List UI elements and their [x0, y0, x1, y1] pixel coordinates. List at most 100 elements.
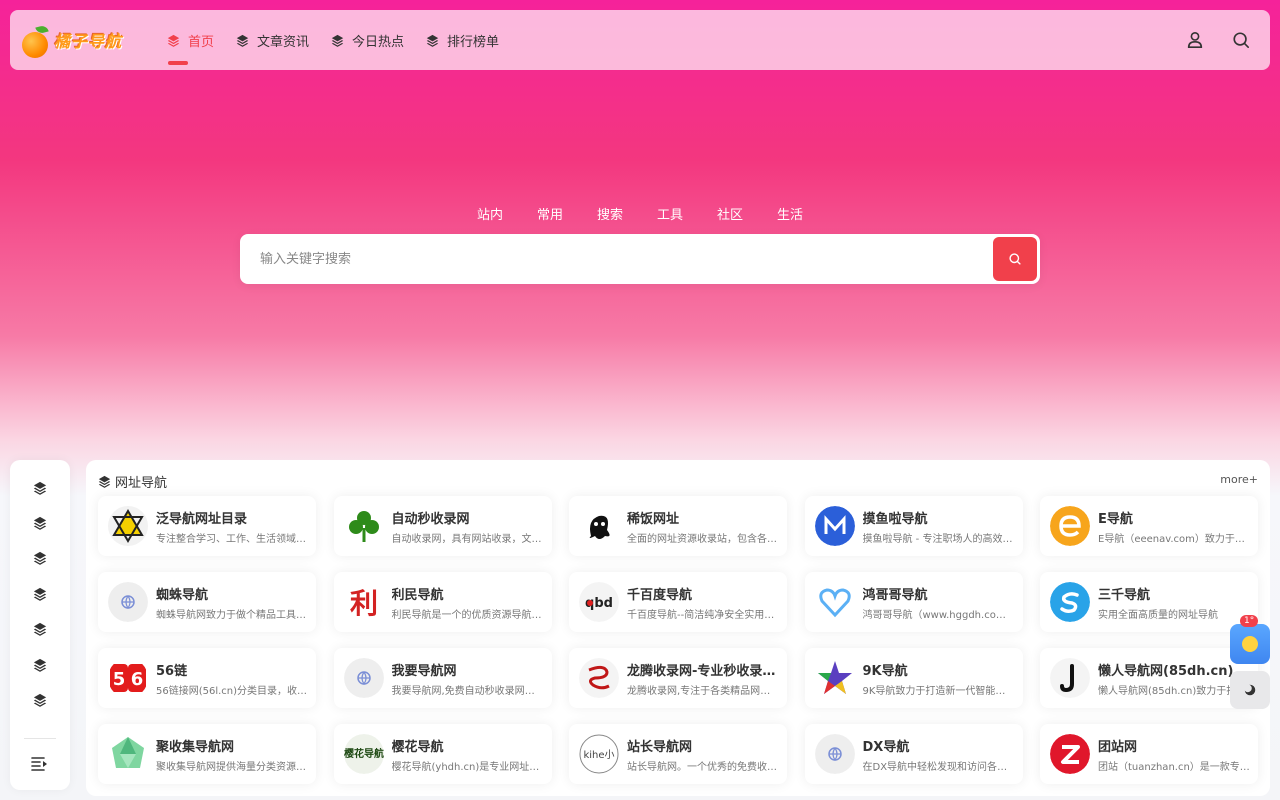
dark-mode-toggle[interactable]	[1230, 671, 1270, 709]
site-card[interactable]: 稀饭网址全面的网址资源收录站，包含各类优质站点	[569, 496, 787, 556]
nav-item-label: 文章资讯	[257, 34, 310, 50]
site-card[interactable]: 利利民导航 利民导航是一个的优质资源导航网站	[333, 572, 552, 632]
nav-item-hot[interactable]: 今日热点	[320, 10, 415, 70]
search-tab-common[interactable]: 常用	[520, 204, 580, 223]
site-name: 利民导航	[391, 587, 444, 603]
site-name: 稀饭网址	[627, 511, 680, 527]
sidebar-item[interactable]	[32, 692, 48, 708]
site-name: 摸鱼啦导航	[862, 511, 928, 527]
layers-icon	[236, 34, 249, 47]
search-tab-community[interactable]: 社区	[700, 204, 760, 223]
layers-icon	[33, 516, 47, 530]
svg-text:5: 5	[113, 669, 126, 690]
section-header: 网址导航	[98, 472, 167, 491]
globe-logo-icon	[108, 582, 148, 622]
site-card[interactable]: 三千导航 实用全面高质量的网址导航	[1040, 572, 1258, 632]
gem-logo-icon	[108, 734, 148, 774]
sidebar-item[interactable]	[32, 515, 48, 531]
top-header: 橘子导航 首页 文章资讯 今日热点 排行榜单	[10, 10, 1270, 70]
site-card[interactable]: kihe小 站长导航网站长导航网。一个优秀的免费收录平台	[569, 724, 787, 784]
nav-item-articles[interactable]: 文章资讯	[225, 10, 320, 70]
site-card[interactable]: E导航 E导航（eeenav.com）致力于打造优质导航	[1040, 496, 1258, 556]
sidebar-item[interactable]	[32, 550, 48, 566]
globe-logo-icon	[343, 658, 384, 698]
search-submit-button[interactable]	[993, 237, 1037, 281]
search-tabs: 站内 常用 搜索 工具 社区 生活	[0, 204, 1280, 223]
nav-item-ranking[interactable]: 排行榜单	[415, 10, 510, 70]
site-card[interactable]: 聚收集导航网 聚收集导航网提供海量分类资源导航	[98, 724, 316, 784]
weather-widget[interactable]	[1230, 624, 1270, 664]
site-card[interactable]: 56 56链 56链接网(56l.cn)分类目录，收录优秀网站	[98, 648, 316, 708]
layers-icon	[33, 551, 47, 565]
site-description: 蜘蛛导航网致力于做个精品工具导航	[156, 609, 308, 621]
site-description: 9K导航致力于打造新一代智能导航	[862, 685, 1015, 697]
site-description: 专注整合学习、工作、生活领域优质网站资源	[156, 533, 308, 545]
search-tab-tools[interactable]: 工具	[640, 204, 700, 223]
site-card[interactable]: 我要导航网 我要导航网,免费自动秒收录网站目录	[333, 648, 552, 708]
svg-text:6: 6	[131, 669, 144, 690]
site-name: 团站网	[1098, 739, 1138, 755]
logo-text: 橘子导航	[54, 32, 123, 51]
user-icon[interactable]	[1186, 31, 1204, 49]
site-card[interactable]: DX导航 在DX导航中轻松发现和访问各类网站	[804, 724, 1023, 784]
site-description: E导航（eeenav.com）致力于打造优质导航	[1098, 533, 1250, 545]
sidebar-item[interactable]	[32, 586, 48, 602]
sidebar-item[interactable]	[32, 480, 48, 496]
site-description: 实用全面高质量的网址导航	[1098, 609, 1218, 621]
more-link[interactable]: more+	[1220, 473, 1258, 486]
site-description: 懒人导航网(85dh.cn)致力于打造导航	[1098, 685, 1250, 697]
site-card[interactable]: 鸿哥哥导航鸿哥哥导航（www.hggdh.com）	[804, 572, 1023, 632]
site-name: 自动秒收录网	[391, 511, 470, 527]
site-name: DX导航	[862, 739, 910, 755]
site-nav-card: 网址导航 more+ 泛导航网址目录专注整合学习、工作、生活领域优质网站资源自动…	[86, 460, 1270, 796]
sidebar-item[interactable]	[32, 621, 48, 637]
site-name: 懒人导航网(85dh.cn)	[1098, 663, 1234, 679]
site-name: 龙腾收录网-专业秒收录平台	[627, 663, 779, 679]
nav-item-label: 首页	[188, 34, 215, 50]
nav-item-label: 排行榜单	[447, 34, 500, 50]
site-card[interactable]: qbd 千百度导航 千百度导航--简洁纯净安全实用的导航	[569, 572, 787, 632]
search-tab-search[interactable]: 搜索	[580, 204, 640, 223]
orange-logo-icon	[22, 24, 50, 58]
layers-icon	[33, 693, 47, 707]
j-logo-icon	[1050, 658, 1090, 698]
search-tab-life[interactable]: 生活	[760, 204, 820, 223]
e-logo-icon	[1050, 506, 1090, 546]
site-card[interactable]: 蜘蛛导航 蜘蛛导航网致力于做个精品工具导航	[98, 572, 316, 632]
nav-item-label: 今日热点	[352, 34, 405, 50]
layers-icon	[33, 481, 47, 495]
sidebar-divider	[24, 738, 56, 739]
moon-icon	[1243, 684, 1256, 696]
site-name: 泛导航网址目录	[156, 511, 248, 527]
layers-icon	[167, 34, 180, 47]
star-logo-icon	[814, 658, 855, 698]
search-tab-site[interactable]: 站内	[460, 204, 520, 223]
site-name: 56链	[156, 663, 188, 679]
site-card[interactable]: 团站网团站（tuanzhan.cn）是一款专业导航	[1040, 724, 1258, 784]
site-card[interactable]: 自动秒收录网自动收录网，具有网站收录，文章发布等功能	[333, 496, 552, 556]
site-card[interactable]: 懒人导航网(85dh.cn) 懒人导航网(85dh.cn)致力于打造导航	[1040, 648, 1258, 708]
site-name: E导航	[1098, 511, 1133, 527]
site-description: 全面的网址资源收录站，包含各类优质站点	[627, 533, 779, 545]
collapse-sidebar-icon[interactable]	[31, 756, 49, 772]
svg-text:利: 利	[349, 587, 377, 620]
sidebar-item[interactable]	[32, 657, 48, 673]
nav-item-home[interactable]: 首页	[156, 10, 225, 70]
site-card[interactable]: 樱花导航 樱花导航 樱花导航(yhdh.cn)是专业网址导航	[333, 724, 552, 784]
site-description: 聚收集导航网提供海量分类资源导航	[156, 761, 308, 773]
site-card[interactable]: 泛导航网址目录专注整合学习、工作、生活领域优质网站资源	[98, 496, 316, 556]
site-description: 龙腾收录网,专注于各类精品网站收录	[627, 685, 779, 697]
site-card[interactable]: 9K导航 9K导航致力于打造新一代智能导航	[804, 648, 1023, 708]
site-name: 鸿哥哥导航	[862, 587, 928, 603]
site-logo[interactable]: 橘子导航	[22, 20, 132, 60]
layers-icon	[33, 587, 47, 601]
li-logo-icon: 利	[343, 582, 384, 622]
search-input[interactable]	[240, 234, 993, 284]
site-card[interactable]: 摸鱼啦导航 摸鱼啦导航 - 专注职场人的高效导航	[804, 496, 1023, 556]
site-name: 9K导航	[862, 663, 908, 679]
site-description: 鸿哥哥导航（www.hggdh.com）	[862, 609, 1015, 621]
site-card[interactable]: 龙腾收录网-专业秒收录平台龙腾收录网,专注于各类精品网站收录	[569, 648, 787, 708]
search-icon[interactable]	[1232, 31, 1250, 49]
56-logo-icon: 56	[108, 658, 148, 698]
category-sidebar	[10, 460, 70, 790]
